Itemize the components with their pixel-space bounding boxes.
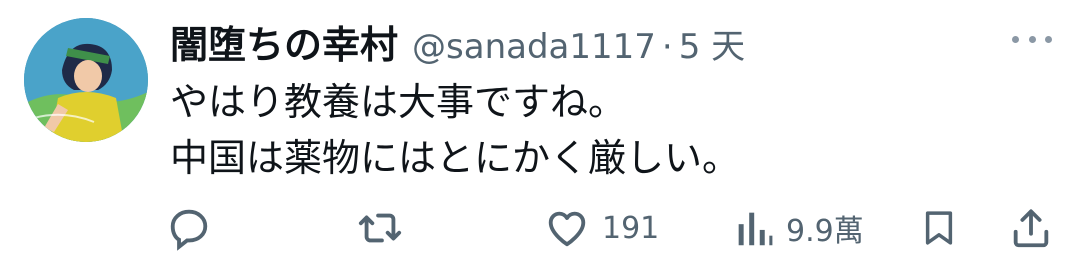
author-handle[interactable]: @sanada1117 [412, 27, 656, 67]
like-button[interactable]: 191 [544, 200, 659, 256]
more-icon[interactable] [1012, 24, 1052, 54]
heart-icon [548, 211, 586, 247]
avatar[interactable] [24, 18, 148, 142]
share-button[interactable] [1008, 200, 1054, 256]
tweet-header: 闇堕ちの幸村 @sanada1117 · 5 天 [170, 14, 745, 68]
retweet-button[interactable] [356, 200, 404, 256]
timestamp[interactable]: 5 天 [679, 19, 745, 68]
share-icon [1013, 209, 1049, 248]
bookmark-icon [925, 211, 953, 245]
tweet-text-line: 中国は薬物にはとにかく厳しい。 [170, 136, 741, 180]
bookmark-button[interactable] [918, 200, 960, 256]
tweet-text-line: やはり教養は大事ですね。 [170, 80, 627, 124]
separator-dot: · [661, 27, 673, 67]
author-name[interactable]: 闇堕ちの幸村 [170, 14, 398, 69]
tweet-text: やはり教養は大事ですね。 中国は薬物にはとにかく厳しい。 [170, 74, 740, 186]
view-count: 9.9萬 [786, 214, 864, 249]
retweet-icon [358, 213, 402, 243]
reply-button[interactable] [166, 200, 212, 256]
like-count: 191 [602, 210, 660, 246]
views-icon [738, 212, 773, 246]
views-button[interactable]: 9.9萬 [734, 200, 864, 256]
action-bar: 191 9.9萬 [0, 200, 1080, 256]
reply-icon [170, 209, 208, 251]
